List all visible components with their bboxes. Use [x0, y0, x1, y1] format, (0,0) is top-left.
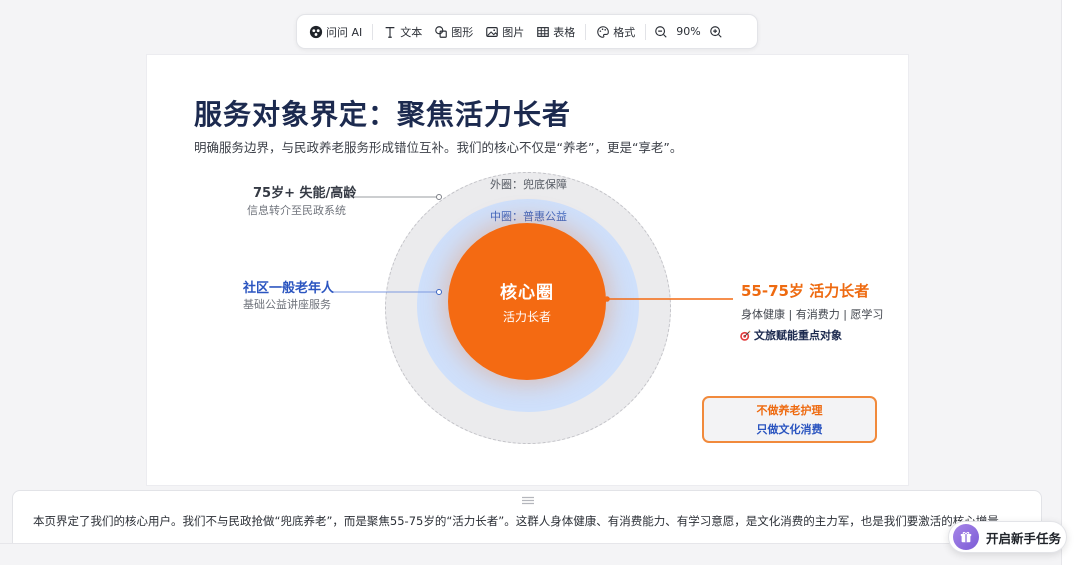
insert-shape-button[interactable]: 图形: [428, 19, 479, 45]
toolbar-divider: [372, 23, 374, 40]
middle-group-description[interactable]: 基础公益讲座服务: [243, 296, 331, 312]
dart-target-icon: [740, 330, 751, 341]
insert-text-button[interactable]: 文本: [377, 19, 428, 45]
zoom-in-icon: [709, 25, 722, 38]
shape-icon: [435, 25, 448, 38]
start-onboarding-task-button[interactable]: 开启新手任务: [948, 521, 1067, 553]
format-label: 格式: [613, 25, 636, 39]
positioning-note-box[interactable]: 不做养老护理 只做文化消费: [702, 396, 877, 443]
ask-ai-label: 问问 AI: [326, 25, 363, 39]
zoom-level: 90%: [676, 25, 701, 38]
toolbar-divider: [585, 23, 587, 40]
start-onboarding-task-label: 开启新手任务: [986, 530, 1062, 546]
insert-shape-label: 图形: [451, 25, 474, 39]
core-group-title[interactable]: 55-75岁 活力长者: [741, 280, 869, 301]
note-line-no-care: 不做养老护理: [756, 404, 823, 417]
format-button[interactable]: 格式: [590, 19, 641, 45]
toolbar-divider: [645, 23, 647, 40]
insert-text-label: 文本: [400, 25, 423, 39]
gift-icon: [953, 524, 979, 550]
right-scroll-rail[interactable]: [1061, 0, 1080, 565]
ai-icon: [309, 25, 323, 38]
insert-table-label: 表格: [553, 25, 576, 39]
insert-image-button[interactable]: 图片: [479, 19, 530, 45]
zoom-in-button[interactable]: [705, 21, 727, 43]
bottom-status-strip: [0, 543, 1061, 565]
insert-toolbar: 问问 AI 文本 图形 图片 表格 格式 90%: [296, 14, 758, 49]
insert-image-label: 图片: [502, 25, 525, 39]
table-icon: [537, 26, 550, 37]
note-line-culture: 只做文化消费: [756, 423, 823, 436]
middle-group-title[interactable]: 社区一般老年人: [243, 277, 334, 296]
core-group-tag-label: 文旅赋能重点对象: [754, 329, 842, 342]
outer-connector-dot: [436, 194, 442, 200]
outer-group-title[interactable]: 75岁+ 失能/高龄: [253, 182, 356, 201]
zoom-out-button[interactable]: [650, 21, 672, 43]
text-icon: [385, 26, 395, 38]
outer-group-description[interactable]: 信息转介至民政系统: [247, 202, 346, 218]
insert-table-button[interactable]: 表格: [530, 19, 581, 45]
core-group-traits[interactable]: 身体健康 | 有消费力 | 愿学习: [741, 306, 883, 322]
ask-ai-button[interactable]: 问问 AI: [303, 19, 368, 45]
drag-handle-icon[interactable]: [521, 496, 535, 505]
slide-canvas[interactable]: 服务对象界定：聚焦活力长者 明确服务边界，与民政养老服务形成错位互补。我们的核心…: [147, 55, 908, 485]
image-icon: [486, 26, 499, 37]
core-connector-dot: [604, 296, 610, 302]
speaker-notes-text[interactable]: 本页界定了我们的核心用户。我们不与民政抢做“兜底养老”，而是聚焦55-75岁的“…: [33, 512, 1013, 530]
core-group-tag[interactable]: 文旅赋能重点对象: [739, 327, 842, 343]
middle-connector-dot: [436, 289, 442, 295]
palette-icon: [597, 25, 610, 38]
zoom-out-icon: [655, 25, 667, 38]
